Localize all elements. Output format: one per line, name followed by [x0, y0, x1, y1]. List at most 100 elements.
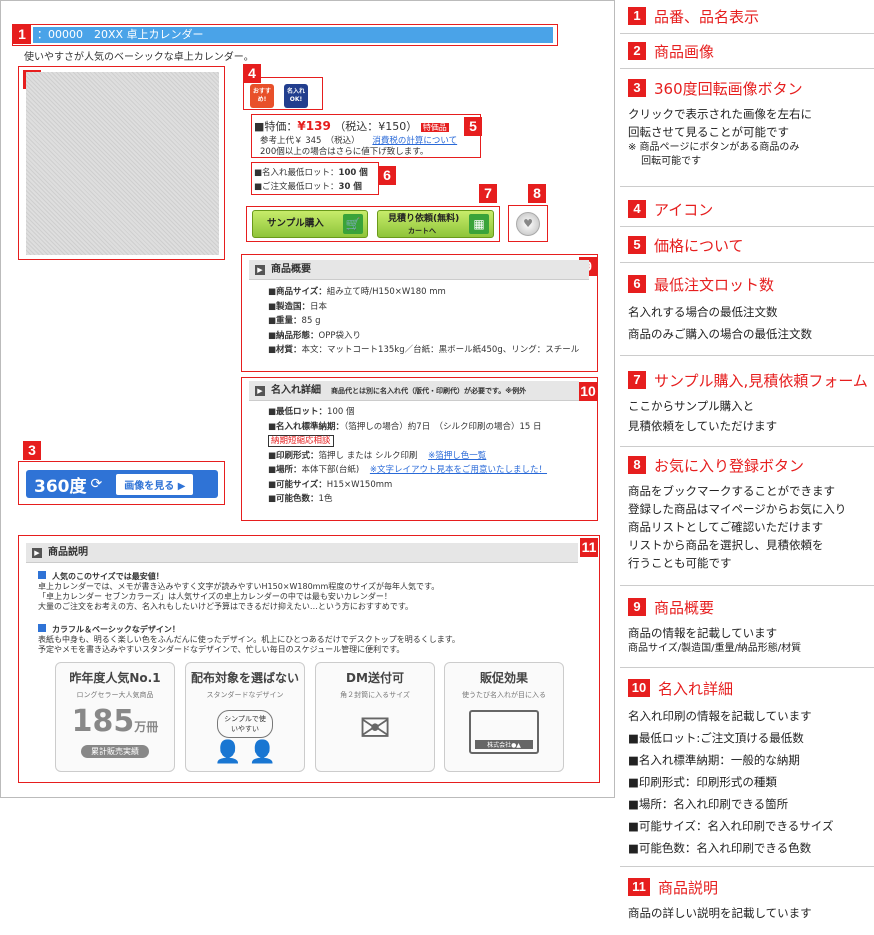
overview-title: 商品概要	[271, 264, 311, 275]
mailbox-icon: ✉	[359, 706, 391, 750]
legend-text: ■名入れ標準納期：一般的な納期	[628, 753, 800, 767]
calendar-icon: 株式会社●▲	[469, 710, 539, 754]
legend-text: クリックで表示された画像を左右に	[628, 107, 812, 121]
naire-key: ■最低ロット：	[268, 407, 328, 417]
legend-number: 7	[628, 371, 646, 389]
overview-row: ■商品サイズ：組み立て時/H150×W180 mm	[268, 285, 579, 300]
price-badge: 特価品	[420, 123, 449, 132]
legend-title: 商品画像	[654, 42, 715, 61]
divider	[620, 866, 874, 867]
marker-5: 5	[464, 117, 482, 136]
divider	[620, 585, 874, 586]
legend-title: お気に入り登録ボタン	[654, 456, 805, 475]
legend-text: ■最低ロット:ご注文頂ける最低数	[628, 731, 804, 745]
description-heading: ▶ 商品説明	[26, 543, 578, 563]
desc-p2-title: カラフル＆ベーシックなデザイン！	[38, 624, 460, 635]
overview-key: ■重量：	[268, 316, 302, 326]
feature-title: 販促効果	[479, 671, 528, 685]
overview-value: 組み立て時/H150×W180 mm	[326, 287, 446, 297]
legend-text: 登録した商品はマイページからお気に入り	[628, 502, 847, 516]
feature-card-popular: 昨年度人気No.1 ロングセラー大人気商品 185万冊 累計販売実績	[55, 662, 175, 772]
product-image[interactable]	[26, 72, 219, 255]
desc-line: 大量のご注文をお考えの方、名入れもしたいけど予算はできるだけ抑えたい…という方に…	[38, 602, 414, 611]
price-line: ■特価：¥139 （税込：¥150） 特価品	[254, 118, 449, 134]
legend-text: 商品の情報を記載しています	[628, 626, 778, 640]
marker-1: 1	[13, 25, 31, 44]
legend-number: 6	[628, 275, 646, 293]
legend-text: リストから商品を選択し、見積依頼を	[628, 538, 824, 552]
sample-purchase-label: サンプル購入	[267, 218, 324, 229]
legend-number: 8	[628, 456, 646, 474]
legend-text: ■可能色数：名入れ印刷できる色数	[628, 841, 812, 855]
heart-icon[interactable]: ♥	[516, 212, 540, 236]
naire-value: 箔押し または シルク印刷	[318, 450, 418, 461]
legend-title: 商品説明	[658, 878, 719, 897]
legend-item-6: 6 最低注文ロット数 名入れする場合の最低注文数 商品のみご購入の場合の最低注文数	[628, 273, 874, 343]
desc-line: 予定やメモを書き込みやすいスタンダードなデザインで、忙しい毎日のスケジュール管理…	[38, 645, 405, 654]
legend-note: ※ 商品ページにボタンがある商品のみ	[628, 142, 800, 153]
foil-colors-link[interactable]: ※箔押し色一覧	[428, 451, 486, 461]
legend-text: 商品リストとしてご確認いただけます	[628, 520, 824, 534]
naire-key: ■場所：	[268, 465, 302, 475]
naire-ok-icon: 名入れOK!	[284, 84, 308, 108]
marker-8: 8	[528, 184, 546, 203]
feature-card-dm: DM送付可 角２封筒に入るサイズ ✉	[315, 662, 435, 772]
description-title: 商品説明	[48, 547, 88, 558]
section-arrow-icon: ▶	[255, 386, 265, 396]
legend-title: 品番、品名表示	[654, 7, 760, 26]
section-arrow-icon: ▶	[32, 548, 42, 558]
feature-sub: 角２封筒に入るサイズ	[340, 691, 410, 699]
naire-row: ■名入れ標準納期：（箔押しの場合）約7日 （シルク印刷の場合）15 日	[268, 420, 547, 435]
naire-heading: ▶ 名入れ詳細 商品代とは別に名入れ代（版代・印刷代）が必要です。※例外	[249, 381, 579, 401]
overview-row: ■重量：85 g	[268, 314, 579, 329]
feature-sub: ロングセラー大人気商品	[76, 691, 154, 699]
overview-key: ■製造国：	[268, 301, 311, 312]
people-icon: 👤 👤	[214, 740, 276, 765]
calculator-icon: ▦	[469, 214, 489, 234]
legend-item-7: 7 サンプル購入,見積依頼フォーム ここからサンプル購入と 見積依頼をしていただけ…	[628, 369, 874, 435]
naire-value: 1色	[318, 494, 333, 504]
legend-text: 名入れ印刷の情報を記載しています	[628, 709, 812, 723]
desc-p2-title-text: カラフル＆ベーシックなデザイン！	[52, 625, 180, 634]
sample-purchase-button[interactable]: サンプル購入 🛒	[252, 210, 368, 238]
overview-value: 本文：マットコート135kg／台紙：黒ボール紙450g、リング：スチール	[301, 345, 580, 355]
naire-key: ■印刷形式：	[268, 450, 319, 461]
naire-value: H15×W150mm	[326, 479, 393, 490]
legend-text: ■印刷形式：印刷形式の種類	[628, 775, 777, 789]
legend-item-8: 8 お気に入り登録ボタン 商品をブックマークすることができます 登録した商品はマイ…	[628, 454, 874, 572]
product-title-bar: ：00000 20XX 卓上カレンダー	[33, 27, 553, 43]
legend-item-10: 10 名入れ詳細 名入れ印刷の情報を記載しています ■最低ロット:ご注文頂ける最低…	[628, 677, 874, 859]
naire-value: （箔押しの場合）約7日 （シルク印刷の場合）15 日	[344, 421, 542, 432]
layout-sample-link[interactable]: ※文字レイアウト見本をご用意いたしました！	[370, 465, 547, 475]
legend-text: 商品をブックマークすることができます	[628, 484, 835, 498]
sales-unit: 万冊	[134, 720, 159, 734]
legend-text: 見積依頼をしていただけます	[628, 419, 778, 433]
legend-text: 商品の詳しい説明を記載しています	[628, 906, 812, 920]
overview-heading: ▶ 商品概要	[249, 260, 589, 280]
rotate-view-link: 画像を見る ▶	[116, 473, 194, 495]
legend-number: 2	[628, 42, 646, 60]
legend-number: 4	[628, 200, 646, 218]
legend-title: 商品概要	[654, 598, 715, 617]
feature-sub: スタンダードなデザイン	[206, 691, 284, 699]
naire-row: ■最低ロット：100 個	[268, 405, 547, 420]
lot-order-value: 30 個	[338, 182, 362, 192]
legend-title: サンプル購入,見積依頼フォーム	[654, 371, 868, 390]
naire-value: 100 個	[327, 407, 355, 417]
estimate-request-button[interactable]: 見積り依頼(無料) カートへ ▦	[377, 210, 494, 238]
desc-p1-title-text: 人気のこのサイズでは最安値！	[52, 572, 164, 581]
lot-naire-label: ■名入れ最低ロット：	[254, 168, 339, 178]
legend-text: 商品のみご購入の場合の最低注文数	[628, 327, 812, 341]
legend-text: ■可能サイズ：名入れ印刷できるサイズ	[628, 819, 834, 833]
overview-row: ■製造国：日本	[268, 300, 579, 315]
legend-text: 名入れする場合の最低注文数	[628, 305, 778, 319]
legend-number: 10	[628, 679, 650, 697]
legend-title: 最低注文ロット数	[654, 275, 775, 294]
overview-key: ■商品サイズ：	[268, 287, 327, 297]
lot-order-label: ■ご注文最低ロット：	[254, 182, 339, 192]
bullet-icon	[38, 624, 46, 632]
rotate-360-button[interactable]: 360度 ⟳ 画像を見る ▶	[26, 470, 218, 498]
sales-number: 185	[71, 704, 135, 739]
naire-row: ■場所：本体下部(台紙) ※文字レイアウト見本をご用意いたしました！	[268, 463, 547, 478]
sales-caption: 累計販売実績	[81, 745, 149, 758]
